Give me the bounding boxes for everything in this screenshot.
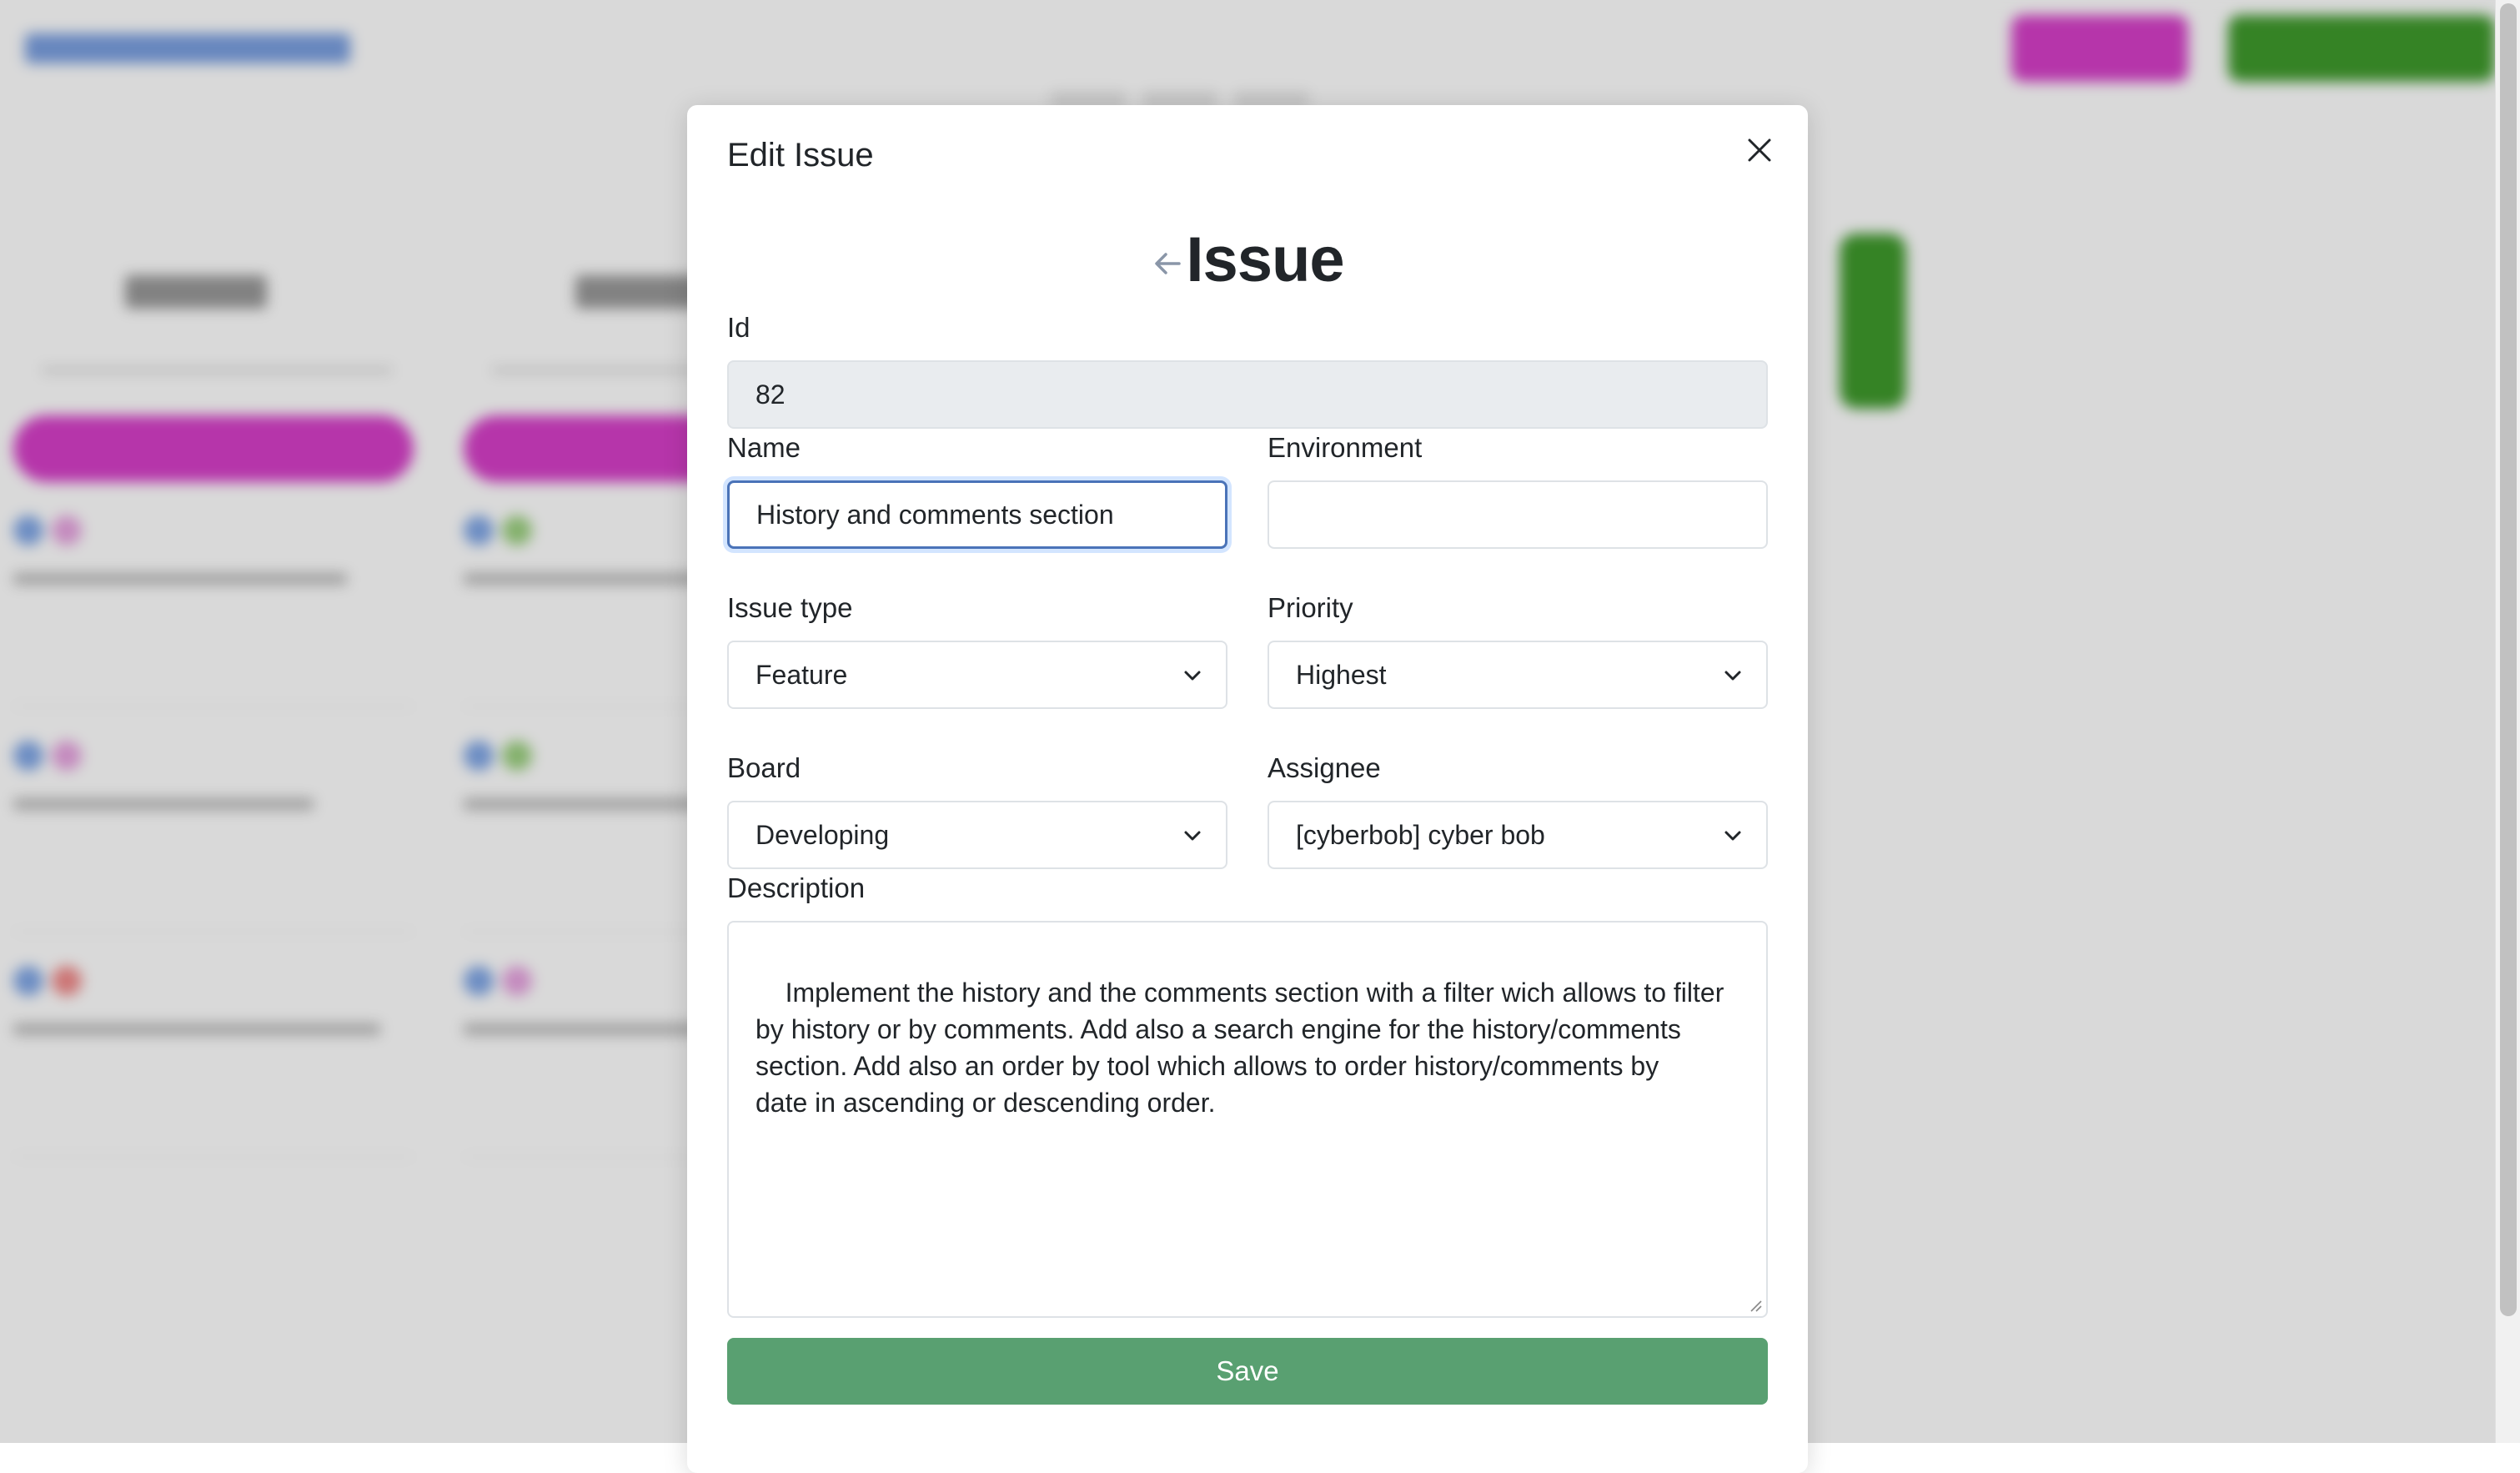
arrow-left-icon[interactable] [1151, 247, 1184, 280]
chevron-down-icon [1724, 671, 1741, 681]
assignee-value: [cyberbob] cyber bob [1296, 820, 1545, 850]
description-text: Implement the history and the comments s… [755, 978, 1724, 1118]
priority-value: Highest [1296, 660, 1387, 690]
edit-issue-modal: Edit Issue Issue Id 82 Name History and … [687, 105, 1808, 1473]
issue-heading: Issue [687, 222, 1808, 297]
page-scrollbar[interactable] [2495, 0, 2520, 1443]
board-label: Board [727, 752, 801, 783]
environment-label: Environment [1268, 432, 1423, 463]
close-icon [1748, 138, 1771, 162]
chevron-down-icon [1184, 831, 1201, 841]
board-value: Developing [755, 820, 890, 850]
issue-type-label: Issue type [727, 592, 853, 623]
priority-label: Priority [1268, 592, 1353, 623]
assignee-select[interactable]: [cyberbob] cyber bob [1268, 801, 1768, 869]
issue-type-value: Feature [755, 660, 848, 690]
page-title: Issue [1186, 224, 1344, 295]
save-button[interactable]: Save [727, 1338, 1768, 1405]
scrollbar-thumb[interactable] [2500, 3, 2517, 1316]
id-field: 82 [727, 360, 1768, 429]
id-label: Id [727, 312, 750, 343]
assignee-label: Assignee [1268, 752, 1381, 783]
chevron-down-icon [1184, 671, 1201, 681]
description-textarea[interactable]: Implement the history and the comments s… [727, 921, 1768, 1318]
name-label: Name [727, 432, 801, 463]
close-button[interactable] [1739, 130, 1780, 170]
name-input[interactable]: History and comments section [727, 480, 1227, 549]
environment-input[interactable] [1268, 480, 1768, 549]
modal-title: Edit Issue [727, 137, 874, 173]
description-label: Description [727, 872, 866, 903]
issue-type-select[interactable]: Feature [727, 641, 1227, 709]
chevron-down-icon [1724, 831, 1741, 841]
priority-select[interactable]: Highest [1268, 641, 1768, 709]
board-select[interactable]: Developing [727, 801, 1227, 869]
resize-grip-icon[interactable] [1748, 1298, 1763, 1313]
